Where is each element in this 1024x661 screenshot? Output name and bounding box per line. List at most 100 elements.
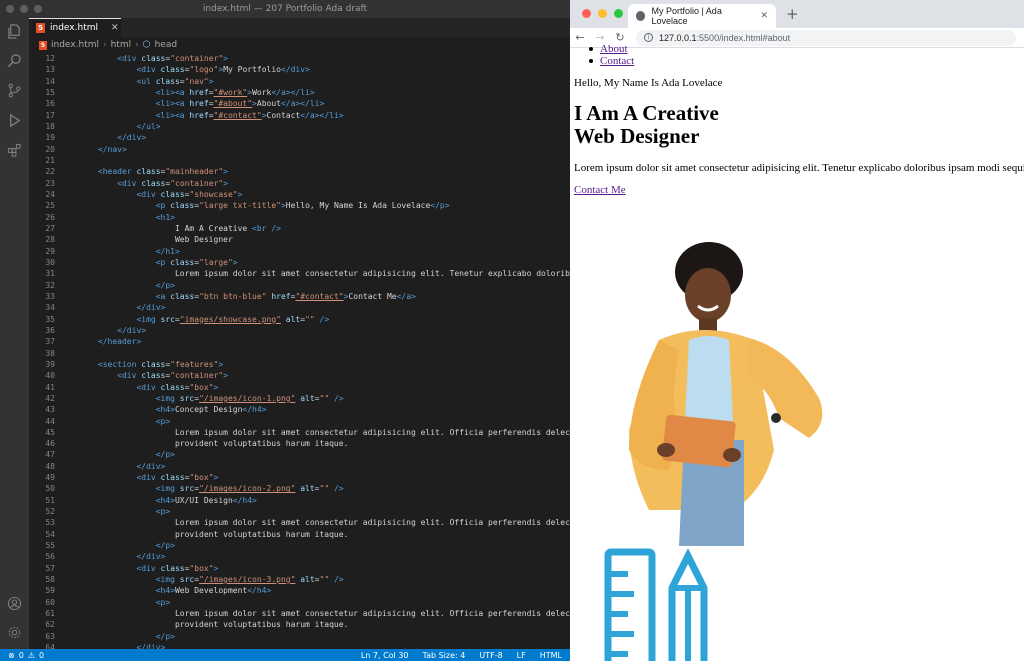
back-arrow-icon[interactable]: ← <box>570 31 590 44</box>
explorer-icon[interactable] <box>6 24 23 41</box>
code-line[interactable]: 62 provident voluptatibus harum itaque. <box>29 619 570 630</box>
window-controls[interactable] <box>582 9 623 18</box>
close-window-dot[interactable] <box>582 9 591 18</box>
code-line[interactable]: 41 <div class="box"> <box>29 382 570 393</box>
code-line[interactable]: 37 </header> <box>29 336 570 347</box>
code-line[interactable]: 59 <h4>Web Development</h4> <box>29 585 570 596</box>
code-line[interactable]: 15 <li><a href="#work">Work</a></li> <box>29 87 570 98</box>
code-line[interactable]: 50 <img src="/images/icon-2.png" alt="" … <box>29 483 570 494</box>
code-line[interactable]: 31 Lorem ipsum dolor sit amet consectetu… <box>29 268 570 279</box>
tab-index-html[interactable]: 5 index.html ✕ <box>29 18 121 37</box>
code-line[interactable]: 22 <header class="mainheader"> <box>29 166 570 177</box>
code-line[interactable]: 32 </p> <box>29 280 570 291</box>
code-line[interactable]: 18 </ul> <box>29 121 570 132</box>
code-editor[interactable]: 12 <div class="container"> 13 <div class=… <box>29 53 570 649</box>
nav-list: About Contact <box>588 43 634 67</box>
code-line[interactable]: 61 Lorem ipsum dolor sit amet consectetu… <box>29 608 570 619</box>
code-token: href <box>189 99 209 109</box>
code-token: class <box>141 54 166 63</box>
code-line[interactable]: 38 <box>29 348 570 359</box>
code-line[interactable]: 44 <p> <box>29 416 570 427</box>
code-line[interactable]: 39 <section class="features"> <box>29 359 570 370</box>
contact-me-link[interactable]: Contact Me <box>574 184 626 196</box>
code-token: </nav> <box>97 144 127 154</box>
code-line[interactable]: 58 <img src="/images/icon-3.png" alt="" … <box>29 574 570 585</box>
code-line[interactable]: 35 <img src="images/showcase.png" alt=""… <box>29 314 570 325</box>
code-line[interactable]: 12 <div class="container"> <box>29 53 570 64</box>
error-icon[interactable]: ⊗ <box>8 651 15 660</box>
url-text[interactable]: 127.0.0.1:5500/index.html#about <box>659 33 790 43</box>
run-debug-icon[interactable] <box>6 113 23 130</box>
cursor-position[interactable]: Ln 7, Col 30 <box>361 651 409 660</box>
error-count[interactable]: 0 <box>19 651 24 660</box>
code-line[interactable]: 64 </div> <box>29 642 570 649</box>
address-bar[interactable]: i 127.0.0.1:5500/index.html#about <box>636 29 1016 46</box>
file-encoding[interactable]: UTF-8 <box>479 651 502 660</box>
code-line[interactable]: 42 <img src="/images/icon-1.png" alt="" … <box>29 393 570 404</box>
code-line[interactable]: 63 </p> <box>29 631 570 642</box>
code-line[interactable]: 16 <li><a href="#about">About</a></li> <box>29 98 570 109</box>
line-ending[interactable]: LF <box>517 651 526 660</box>
code-line[interactable]: 23 <div class="container"> <box>29 178 570 189</box>
code-line[interactable]: 21 <box>29 155 570 166</box>
browser-tab-title: My Portfolio | Ada Lovelace <box>651 6 722 26</box>
code-line[interactable]: 26 <h1> <box>29 212 570 223</box>
close-icon[interactable]: ✕ <box>760 11 768 21</box>
code-line[interactable]: 33 <a class="btn btn-blue" href="#contac… <box>29 291 570 302</box>
code-line[interactable]: 48 </div> <box>29 461 570 472</box>
extensions-icon[interactable] <box>6 143 23 160</box>
code-line[interactable]: 36 </div> <box>29 325 570 336</box>
code-line[interactable]: 34 </div> <box>29 302 570 313</box>
code-line[interactable]: 27 I Am A Creative <br /> <box>29 223 570 234</box>
breadcrumb-item[interactable]: html <box>111 40 132 50</box>
minimize-window-dot[interactable] <box>598 9 607 18</box>
account-icon[interactable] <box>6 596 23 613</box>
info-icon[interactable]: i <box>644 33 653 42</box>
code-line[interactable]: 52 <p> <box>29 506 570 517</box>
code-line[interactable]: 49 <div class="box"> <box>29 472 570 483</box>
code-line[interactable]: 13 <div class="logo">My Portfolio</div> <box>29 64 570 75</box>
code-line[interactable]: 19 </div> <box>29 132 570 143</box>
code-line[interactable]: 28 Web Designer <box>29 234 570 245</box>
activity-bar <box>0 18 29 649</box>
language-mode[interactable]: HTML <box>540 651 562 660</box>
code-text: </div> <box>55 302 165 313</box>
nav-link-about[interactable]: About <box>600 43 628 55</box>
code-line[interactable]: 53 Lorem ipsum dolor sit amet consectetu… <box>29 517 570 528</box>
code-line[interactable]: 25 <p class="large txt-title">Hello, My … <box>29 200 570 211</box>
nav-link-contact[interactable]: Contact <box>600 55 634 67</box>
breadcrumb-item[interactable]: index.html <box>51 40 99 50</box>
code-line[interactable]: 55 </p> <box>29 540 570 551</box>
code-line[interactable]: 46 provident voluptatibus harum itaque. <box>29 438 570 449</box>
settings-gear-icon[interactable] <box>6 625 23 642</box>
code-line[interactable]: 40 <div class="container"> <box>29 370 570 381</box>
code-line[interactable]: 56 </div> <box>29 551 570 562</box>
maximize-window-dot[interactable] <box>614 9 623 18</box>
breadcrumb-item[interactable]: head <box>155 40 177 50</box>
close-icon[interactable]: ✕ <box>111 23 119 33</box>
line-number: 46 <box>45 439 55 449</box>
code-line[interactable]: 54 provident voluptatibus harum itaque. <box>29 529 570 540</box>
code-line[interactable]: 17 <li><a href="#contact">Contact</a></l… <box>29 110 570 121</box>
code-line[interactable]: 51 <h4>UX/UI Design</h4> <box>29 495 570 506</box>
warning-icon[interactable]: ⚠ <box>28 651 35 660</box>
code-line[interactable]: 30 <p class="large"> <box>29 257 570 268</box>
browser-tab[interactable]: My Portfolio | Ada Lovelace ✕ <box>628 4 776 28</box>
code-line[interactable]: 20 </nav> <box>29 144 570 155</box>
code-token: <p <box>155 257 171 267</box>
code-line[interactable]: 60 <p> <box>29 597 570 608</box>
code-line[interactable]: 45 Lorem ipsum dolor sit amet consectetu… <box>29 427 570 438</box>
code-line[interactable]: 29 </h1> <box>29 246 570 257</box>
code-line[interactable]: 47 </p> <box>29 449 570 460</box>
source-control-icon[interactable] <box>6 83 23 100</box>
cube-icon: ⬡ <box>142 40 151 50</box>
new-tab-plus-icon[interactable]: + <box>786 5 799 23</box>
code-line[interactable]: 24 <div class="showcase"> <box>29 189 570 200</box>
code-line[interactable]: 14 <ul class="nav"> <box>29 76 570 87</box>
code-line[interactable]: 43 <h4>Concept Design</h4> <box>29 404 570 415</box>
code-line[interactable]: 57 <div class="box"> <box>29 563 570 574</box>
tab-size[interactable]: Tab Size: 4 <box>423 651 466 660</box>
line-number: 52 <box>45 507 55 517</box>
warning-count[interactable]: 0 <box>39 651 44 660</box>
search-icon[interactable] <box>6 53 23 70</box>
